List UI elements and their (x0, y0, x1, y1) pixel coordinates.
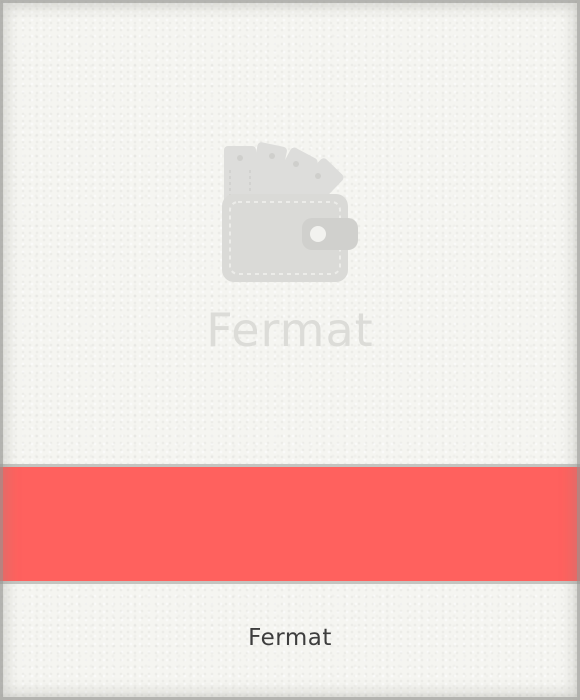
wallet-icon (222, 142, 358, 282)
cover-card: Fermat Fermat (0, 0, 580, 700)
accent-band (0, 464, 580, 584)
app-name-label[interactable]: Fermat (0, 622, 580, 654)
logo-wordmark: Fermat (206, 303, 374, 357)
app-logo: Fermat (0, 130, 580, 360)
